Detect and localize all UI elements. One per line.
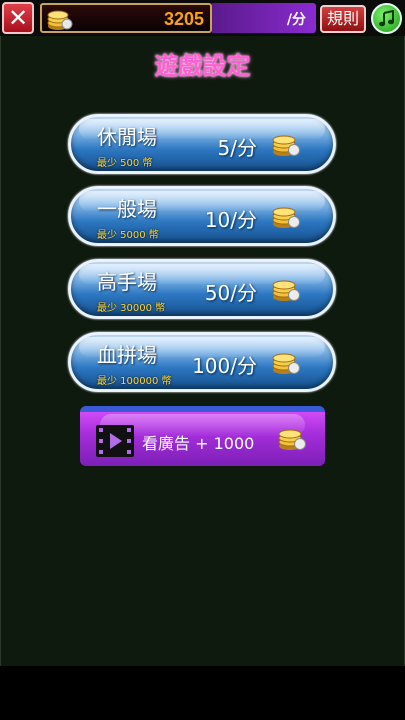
room-name: 血拼場 (97, 343, 157, 367)
coin-stack-icon (272, 135, 300, 156)
room-button-high-stakes[interactable]: 血拼場 最少 100000 幣 100/分 (68, 332, 336, 392)
top-bar: ✕ 3205 /分 規則 (0, 0, 405, 36)
room-name: 高手場 (97, 270, 157, 294)
coin-stack-icon (272, 353, 300, 374)
room-button-normal[interactable]: 一般場 最少 5000 幣 10/分 (68, 186, 336, 246)
music-toggle-button[interactable] (371, 3, 402, 34)
rate-display: /分 (212, 3, 316, 33)
balance-display: 3205 (40, 3, 212, 33)
music-note-icon (378, 9, 394, 26)
balance-value: 3205 (163, 9, 204, 29)
room-name: 一般場 (97, 197, 157, 221)
coin-stack-icon (272, 280, 300, 301)
room-min-coins: 最少 100000 幣 (97, 376, 172, 387)
video-clip-icon (96, 425, 134, 457)
room-min-coins: 最少 500 幣 (97, 158, 153, 169)
bottom-strip (0, 666, 405, 720)
room-rate: 5/分 (217, 136, 257, 160)
close-icon: ✕ (7, 4, 29, 32)
coin-stack-icon (47, 10, 73, 30)
room-button-casual[interactable]: 休閒場 最少 500 幣 5/分 (68, 114, 336, 174)
room-rate: 100/分 (192, 354, 257, 378)
room-rate: 50/分 (204, 281, 257, 305)
watch-ad-button[interactable]: 看廣告 + 1000 (80, 406, 325, 466)
room-button-expert[interactable]: 高手場 最少 30000 幣 50/分 (68, 259, 336, 319)
watch-ad-label: 看廣告 + 1000 (142, 434, 255, 453)
rate-label: /分 (286, 12, 306, 28)
room-min-coins: 最少 5000 幣 (97, 230, 159, 241)
coin-stack-icon (278, 429, 306, 450)
room-min-coins: 最少 30000 幣 (97, 303, 166, 314)
room-rate: 10/分 (204, 208, 257, 232)
coin-stack-icon (272, 207, 300, 228)
close-button[interactable]: ✕ (2, 2, 34, 34)
rules-button[interactable]: 規則 (320, 5, 366, 33)
room-name: 休閒場 (97, 125, 157, 149)
page-title: 遊戲設定 (154, 52, 251, 80)
